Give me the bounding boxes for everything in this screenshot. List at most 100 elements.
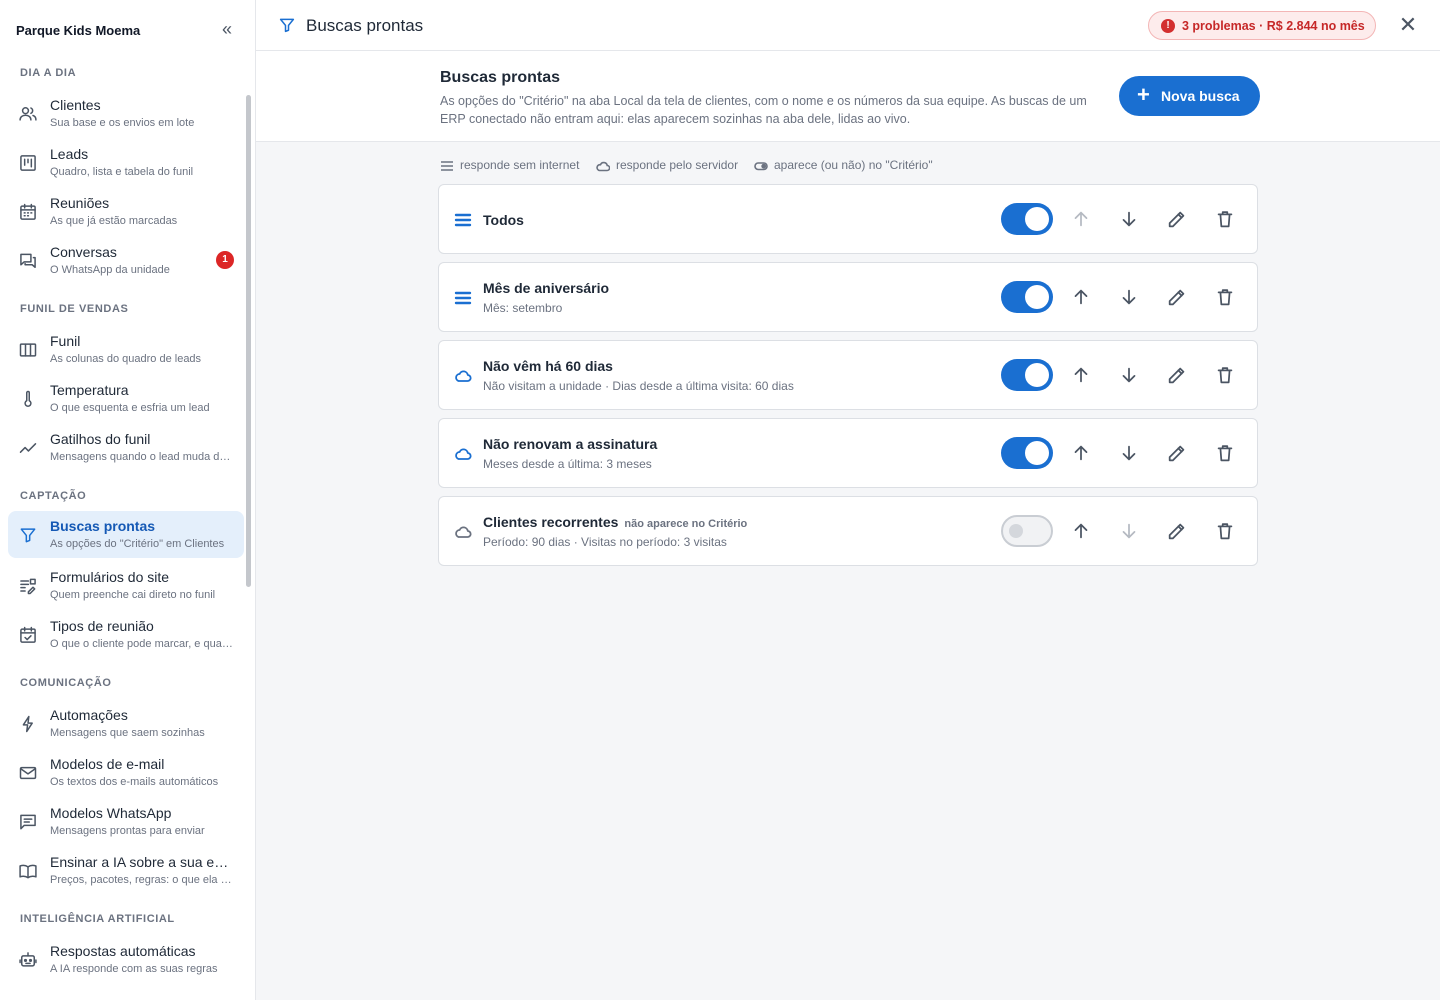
problems-alert-button[interactable]: ! 3 problemas · R$ 2.844 no mês — [1148, 11, 1376, 40]
move-down-icon[interactable] — [1118, 208, 1140, 230]
sidebar-item-label: Ensinar a IA sobre a sua empresa — [50, 854, 236, 870]
search-name: Não renovam a assinatura — [483, 436, 658, 452]
search-name: Todos — [483, 212, 524, 228]
sidebar-item-label: Respostas automáticas — [50, 943, 196, 959]
edit-icon[interactable] — [1166, 208, 1188, 230]
filter-icon — [18, 525, 38, 545]
sidebar-item-label: Leads — [50, 146, 89, 162]
sidebar-item-funil[interactable]: Funil As colunas do quadro de leads — [8, 326, 244, 373]
move-down-icon[interactable] — [1118, 286, 1140, 308]
book-icon — [18, 861, 38, 881]
bolt-icon — [18, 714, 38, 734]
sidebar-item-sub: O que o cliente pode marcar, e quando — [50, 638, 236, 650]
sidebar-item-respostas-automaticas[interactable]: Respostas automáticas A IA responde com … — [8, 936, 244, 983]
delete-icon[interactable] — [1214, 364, 1236, 386]
move-down-icon[interactable] — [1118, 442, 1140, 464]
edit-icon[interactable] — [1166, 520, 1188, 542]
toggle-icon — [754, 162, 768, 171]
move-up-icon[interactable] — [1070, 520, 1092, 542]
visibility-toggle[interactable] — [1001, 281, 1053, 313]
move-down-icon[interactable] — [1118, 364, 1140, 386]
move-down-icon[interactable] — [1118, 520, 1140, 542]
edit-icon[interactable] — [1166, 364, 1188, 386]
sidebar-item-label: Gatilhos do funil — [50, 431, 151, 447]
visibility-toggle[interactable] — [1001, 437, 1053, 469]
search-card-nao-vem-60-dias: Não vêm há 60 dias Não visitam a unidade… — [438, 340, 1258, 410]
sidebar-item-sub: As opções do "Critério" em Clientes — [50, 538, 225, 550]
move-up-icon[interactable] — [1070, 364, 1092, 386]
plus-icon: + — [1137, 82, 1150, 107]
section-captacao: CAPTAÇÃO — [20, 490, 87, 502]
cloud-icon — [454, 367, 472, 385]
legend-offline-label: responde sem internet — [460, 158, 580, 172]
search-card-mes-aniversario: Mês de aniversário Mês: setembro — [438, 262, 1258, 332]
sidebar-item-sub: Quem preenche cai direto no funil — [50, 589, 216, 601]
section-comunicacao: COMUNICAÇÃO — [20, 677, 112, 689]
sidebar-item-sub: As colunas do quadro de leads — [50, 353, 202, 365]
search-description: Não visitam a unidade · Dias desde a últ… — [483, 379, 794, 393]
move-up-icon[interactable] — [1070, 442, 1092, 464]
edit-icon[interactable] — [1166, 442, 1188, 464]
legend-server-label: responde pelo servidor — [616, 158, 739, 172]
new-search-button[interactable]: + Nova busca — [1119, 76, 1260, 116]
sidebar-item-reunioes[interactable]: Reuniões As que já estão marcadas — [8, 188, 244, 235]
sidebar-item-leads[interactable]: Leads Quadro, lista e tabela do funil — [8, 139, 244, 186]
section-dia-a-dia: DIA A DIA — [20, 67, 77, 79]
sidebar-item-buscas-prontas[interactable]: Buscas prontas As opções do "Critério" e… — [8, 511, 244, 558]
search-card-clientes-recorrentes: Clientes recorrentes não aparece no Crité… — [438, 496, 1258, 566]
sidebar-item-label: Modelos de e-mail — [50, 756, 165, 772]
search-name: Mês de aniversário — [483, 280, 610, 296]
robot-icon — [18, 950, 38, 970]
sidebar-item-sub: O que esquenta e esfria um lead — [50, 402, 210, 414]
delete-icon[interactable] — [1214, 208, 1236, 230]
sidebar-item-label: Tipos de reunião — [50, 618, 154, 634]
move-up-icon[interactable] — [1070, 208, 1092, 230]
delete-icon[interactable] — [1214, 442, 1236, 464]
visibility-toggle[interactable] — [1001, 515, 1053, 547]
search-card-nao-renovam: Não renovam a assinatura Meses desde a ú… — [438, 418, 1258, 488]
calendar-check-icon — [18, 625, 38, 645]
delete-icon[interactable] — [1214, 286, 1236, 308]
move-up-icon[interactable] — [1070, 286, 1092, 308]
sidebar-item-sub: Os textos dos e-mails automáticos — [50, 776, 219, 788]
delete-icon[interactable] — [1214, 520, 1236, 542]
section-description: As opções do "Critério" na aba Local da … — [440, 94, 1087, 126]
sidebar-item-formularios[interactable]: Formulários do site Quem preenche cai di… — [8, 562, 244, 609]
sidebar: Parque Kids Moema « DIA A DIA Clientes S… — [0, 0, 256, 1000]
sidebar-item-sub: As que já estão marcadas — [50, 215, 178, 227]
cloud-icon — [454, 523, 472, 541]
sidebar-item-sub: A IA responde com as suas regras — [50, 963, 218, 975]
sidebar-item-clientes[interactable]: Clientes Sua base e os envios em lote — [8, 90, 244, 137]
visibility-toggle[interactable] — [1001, 203, 1053, 235]
sidebar-item-temperatura[interactable]: Temperatura O que esquenta e esfria um l… — [8, 375, 244, 422]
search-name-text: Clientes recorrentes — [483, 514, 619, 530]
sidebar-item-label: Formulários do site — [50, 569, 170, 585]
trend-icon — [18, 438, 38, 458]
sidebar-item-label: Conversas — [50, 244, 117, 260]
sidebar-item-tipos-de-reuniao[interactable]: Tipos de reunião O que o cliente pode ma… — [8, 611, 244, 658]
collapse-sidebar-icon[interactable]: « — [216, 20, 238, 40]
sidebar-item-label: Temperatura — [50, 382, 129, 398]
sidebar-item-ensinar-ia[interactable]: Ensinar a IA sobre a sua empresa Preços,… — [8, 847, 244, 894]
page-intro: Buscas prontas As opções do "Critério" n… — [256, 51, 1440, 142]
sidebar-item-label: Modelos WhatsApp — [50, 805, 172, 821]
kanban-icon — [18, 153, 38, 173]
new-search-label: Nova busca — [1161, 88, 1240, 104]
sidebar-item-label: Clientes — [50, 97, 101, 113]
visibility-toggle[interactable] — [1001, 359, 1053, 391]
search-description: Meses desde a última: 3 meses — [483, 457, 652, 471]
unread-badge: 1 — [216, 251, 234, 269]
edit-icon[interactable] — [1166, 286, 1188, 308]
sidebar-header: Parque Kids Moema « — [0, 0, 255, 60]
list-icon — [454, 289, 472, 307]
close-icon[interactable]: ✕ — [1396, 14, 1420, 38]
sidebar-item-conversas[interactable]: Conversas O WhatsApp da unidade 1 — [8, 237, 244, 284]
sidebar-item-modelos-email[interactable]: Modelos de e-mail Os textos dos e-mails … — [8, 749, 244, 796]
section-funil-de-vendas: FUNIL DE VENDAS — [20, 303, 129, 315]
sidebar-item-automacoes[interactable]: Automações Mensagens que saem sozinhas — [8, 700, 244, 747]
sidebar-item-modelos-whatsapp[interactable]: Modelos WhatsApp Mensagens prontas para … — [8, 798, 244, 845]
sidebar-item-sub: Mensagens prontas para enviar — [50, 825, 205, 837]
sidebar-scrollbar[interactable] — [246, 95, 251, 587]
sidebar-item-gatilhos[interactable]: Gatilhos do funil Mensagens quando o lea… — [8, 424, 244, 471]
filter-icon — [278, 16, 296, 34]
